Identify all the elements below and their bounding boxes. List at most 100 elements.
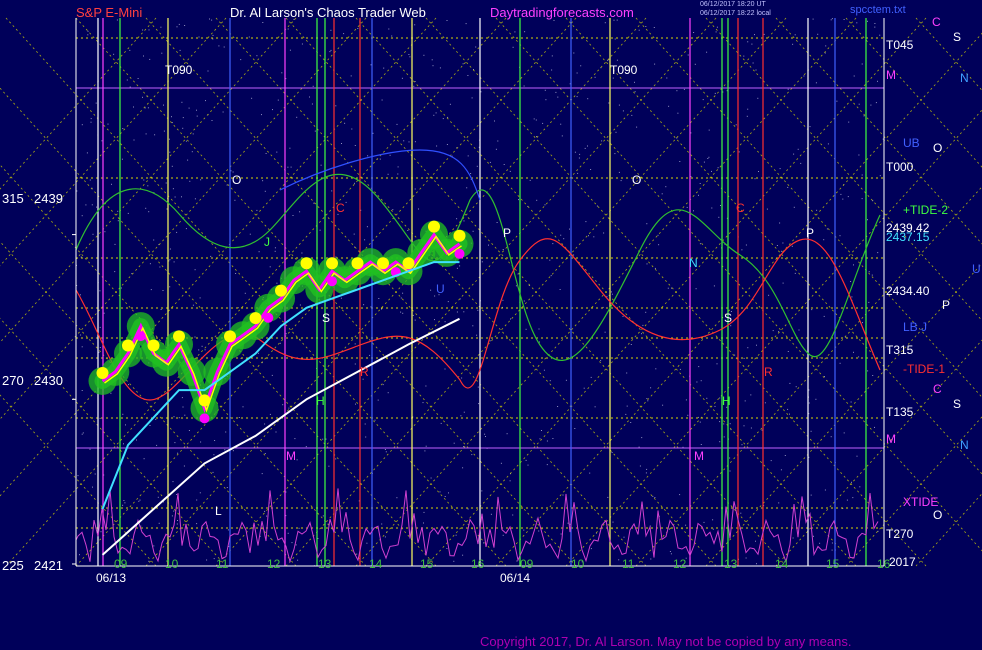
star-dot bbox=[381, 523, 383, 525]
star-dot bbox=[261, 473, 263, 475]
chart-glyph: O bbox=[232, 173, 241, 187]
star-dot bbox=[272, 109, 273, 111]
top-marker-label: T090 bbox=[610, 63, 638, 77]
planet-glyph: P bbox=[942, 298, 950, 312]
star-dot bbox=[780, 250, 782, 252]
star-dot bbox=[230, 170, 232, 172]
x-hour-label-day1: 16 bbox=[471, 557, 485, 571]
price-high-dot bbox=[351, 257, 364, 270]
star-dot bbox=[92, 233, 94, 235]
star-dot bbox=[444, 368, 446, 370]
file-name: spcctem.txt bbox=[850, 4, 906, 16]
star-dot bbox=[622, 110, 624, 112]
chart-glyph: J bbox=[264, 235, 270, 249]
star-dot bbox=[138, 500, 140, 502]
star-dot bbox=[475, 46, 477, 48]
star-dot bbox=[223, 46, 225, 48]
star-dot bbox=[136, 439, 137, 441]
star-dot bbox=[462, 554, 464, 556]
star-dot bbox=[299, 304, 301, 306]
star-dot bbox=[686, 206, 688, 208]
star-dot bbox=[158, 522, 160, 524]
star-dot bbox=[549, 380, 551, 382]
planet-glyph: C bbox=[933, 382, 942, 396]
star-dot bbox=[861, 63, 863, 65]
star-dot bbox=[546, 440, 548, 442]
star-dot bbox=[248, 36, 250, 38]
star-dot bbox=[831, 549, 833, 551]
star-dot bbox=[654, 497, 656, 498]
star-dot bbox=[467, 155, 469, 157]
star-dot bbox=[853, 75, 855, 77]
star-dot bbox=[546, 464, 548, 466]
x-hour-label-day2: 12 bbox=[673, 557, 687, 571]
star-dot bbox=[764, 402, 766, 404]
y-angle-label: 225 bbox=[2, 558, 24, 573]
star-dot bbox=[745, 244, 747, 246]
star-dot bbox=[256, 209, 258, 211]
star-dot bbox=[159, 266, 161, 268]
star-dot bbox=[77, 475, 79, 477]
star-dot bbox=[851, 481, 852, 483]
star-dot bbox=[587, 98, 589, 100]
star-dot bbox=[335, 105, 337, 107]
star-dot bbox=[502, 249, 504, 250]
star-dot bbox=[103, 312, 105, 314]
star-dot bbox=[580, 65, 582, 67]
star-dot bbox=[249, 233, 251, 235]
planet-glyph: O bbox=[933, 141, 942, 155]
star-dot bbox=[763, 33, 765, 35]
star-dot bbox=[538, 530, 540, 532]
star-dot bbox=[187, 159, 189, 161]
star-dot bbox=[414, 141, 416, 143]
star-dot bbox=[343, 33, 345, 35]
star-dot bbox=[641, 333, 642, 335]
star-dot bbox=[756, 344, 757, 346]
star-dot bbox=[297, 559, 299, 561]
star-dot bbox=[769, 548, 771, 550]
star-dot bbox=[489, 161, 491, 163]
star-dot bbox=[853, 351, 854, 353]
star-dot bbox=[488, 244, 489, 246]
instrument-title: S&P E-Mini bbox=[76, 5, 143, 20]
star-dot bbox=[711, 170, 712, 172]
star-dot bbox=[265, 153, 267, 154]
star-dot bbox=[516, 560, 518, 562]
star-dot bbox=[544, 204, 546, 206]
star-dot bbox=[768, 294, 770, 296]
star-dot bbox=[867, 20, 868, 22]
star-dot bbox=[279, 342, 281, 344]
star-dot bbox=[166, 208, 168, 210]
star-dot bbox=[117, 220, 119, 222]
star-dot bbox=[792, 537, 794, 539]
star-dot bbox=[264, 190, 266, 192]
star-dot bbox=[685, 399, 687, 401]
star-dot bbox=[423, 511, 425, 513]
star-dot bbox=[194, 336, 196, 338]
star-dot bbox=[618, 171, 620, 173]
star-dot bbox=[573, 52, 575, 54]
star-dot bbox=[584, 147, 586, 149]
star-dot bbox=[444, 496, 446, 497]
star-dot bbox=[842, 198, 844, 200]
star-dot bbox=[824, 489, 826, 491]
star-dot bbox=[702, 99, 704, 101]
star-dot bbox=[291, 542, 293, 544]
star-dot bbox=[242, 406, 244, 408]
star-dot bbox=[90, 118, 92, 120]
domain-link[interactable]: Daytradingforecasts.com bbox=[490, 5, 634, 20]
star-dot bbox=[435, 112, 437, 114]
star-dot bbox=[561, 135, 563, 137]
star-dot bbox=[830, 19, 832, 21]
star-dot bbox=[169, 248, 171, 250]
star-dot bbox=[143, 55, 144, 57]
star-dot bbox=[645, 26, 647, 27]
star-dot bbox=[706, 51, 708, 53]
star-dot bbox=[793, 206, 795, 208]
star-dot bbox=[879, 34, 881, 36]
star-dot bbox=[560, 533, 562, 535]
star-dot bbox=[787, 88, 789, 90]
star-dot bbox=[654, 63, 656, 65]
star-dot bbox=[703, 161, 705, 163]
star-dot bbox=[642, 324, 644, 326]
